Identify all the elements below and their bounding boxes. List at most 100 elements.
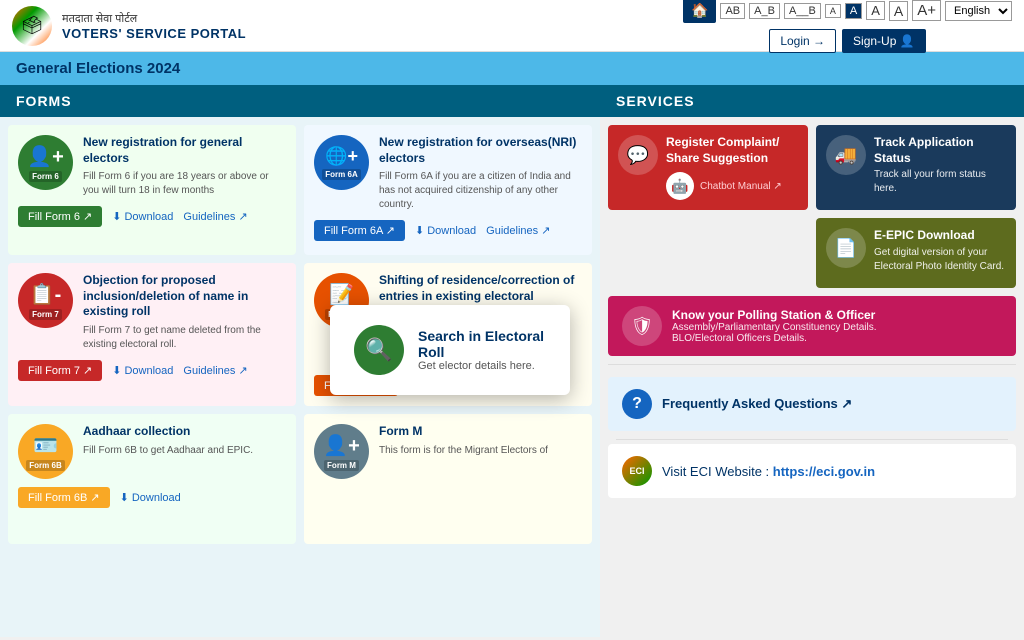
form6b-icon-wrap: 🪪 Form 6B bbox=[18, 424, 73, 479]
font-ab-button[interactable]: AB bbox=[720, 3, 745, 19]
form6b-card: 🪪 Form 6B Aadhaar collection Fill Form 6… bbox=[8, 414, 296, 544]
complaint-title: Register Complaint/ Share Suggestion bbox=[666, 135, 798, 166]
fill-form6a-button[interactable]: Fill Form 6A ↗ bbox=[314, 220, 405, 241]
search-electoral-text: Search in Electoral Roll Get elector det… bbox=[418, 328, 546, 372]
search-electoral-subtitle: Get elector details here. bbox=[418, 360, 546, 372]
forms-panel-header: FORMS bbox=[0, 85, 600, 117]
search-electoral-icon: 🔍 bbox=[354, 325, 404, 375]
formm-desc: This form is for the Migrant Electors of bbox=[379, 444, 582, 458]
eci-card[interactable]: ECI Visit ECI Website : https://eci.gov.… bbox=[608, 444, 1016, 498]
font-larger-button[interactable]: A bbox=[889, 1, 908, 21]
formm-title: Form M bbox=[379, 424, 582, 440]
form6a-badge: 🌐+ Form 6A bbox=[314, 135, 369, 190]
form6-badge-label: Form 6 bbox=[29, 171, 62, 182]
language-select[interactable]: English हिंदी bbox=[945, 1, 1012, 21]
form6a-inner: 🌐+ Form 6A New registration for overseas… bbox=[314, 135, 582, 212]
polling-content: Know your Polling Station & Officer Asse… bbox=[672, 308, 877, 344]
track-content: Track Application Status Track all your … bbox=[874, 135, 1006, 196]
form7-actions: Fill Form 7 ↗ ⬇ Download Guidelines ↗ bbox=[18, 360, 286, 381]
font-medium-button[interactable]: A bbox=[845, 3, 862, 19]
header: 🗳 मतदाता सेवा पोर्टल VOTERS' SERVICE POR… bbox=[0, 0, 1024, 52]
form6b-badge-label: Form 6B bbox=[26, 460, 64, 471]
track-desc: Track all your form status here. bbox=[874, 168, 1006, 196]
logo-icon: 🗳 bbox=[12, 6, 52, 46]
form6-guidelines-link[interactable]: Guidelines ↗ bbox=[183, 210, 247, 223]
form6-title: New registration for general electors bbox=[83, 135, 286, 166]
portal-title: मतदाता सेवा पोर्टल VOTERS' SERVICE PORTA… bbox=[62, 11, 246, 41]
banner: General Elections 2024 bbox=[0, 52, 1024, 85]
portal-title-hindi: मतदाता सेवा पोर्टल bbox=[62, 11, 246, 26]
form7-inner: 📋- Form 7 Objection for proposed inclusi… bbox=[18, 273, 286, 352]
header-btn-row: Login → Sign-Up 👤 bbox=[769, 29, 925, 53]
form7-download-link[interactable]: ⬇ Download bbox=[112, 364, 173, 377]
header-right: 🏠 AB A_B A__B A A A A A+ English हिंदी L… bbox=[683, 0, 1012, 53]
formm-card: 👤+ Form M Form M This form is for the Mi… bbox=[304, 414, 592, 544]
complaint-card[interactable]: 💬 Register Complaint/ Share Suggestion 🤖… bbox=[608, 125, 808, 210]
form7-card: 📋- Form 7 Objection for proposed inclusi… bbox=[8, 263, 296, 406]
form7-content: Objection for proposed inclusion/deletio… bbox=[83, 273, 286, 352]
eci-icon: ECI bbox=[622, 456, 652, 486]
polling-desc1: Assembly/Parliamentary Constituency Deta… bbox=[672, 322, 877, 333]
form7-icon-wrap: 📋- Form 7 bbox=[18, 273, 73, 352]
form6a-download-link[interactable]: ⬇ Download bbox=[415, 224, 476, 237]
font-a--b-button[interactable]: A__B bbox=[784, 3, 821, 19]
complaint-icon: 💬 bbox=[618, 135, 658, 175]
chatbot-manual-link[interactable]: Chatbot Manual ↗ bbox=[700, 181, 782, 192]
chatbot-avatar: 🤖 bbox=[666, 172, 694, 200]
epic-card[interactable]: 📄 E-EPIC Download Get digital version of… bbox=[816, 218, 1016, 288]
font-a-b-button[interactable]: A_B bbox=[749, 3, 780, 19]
polling-title: Know your Polling Station & Officer bbox=[672, 308, 877, 322]
track-title: Track Application Status bbox=[874, 135, 1006, 166]
eci-link[interactable]: https://eci.gov.in bbox=[773, 464, 875, 479]
form6-card: 👤+ Form 6 New registration for general e… bbox=[8, 125, 296, 255]
faq-card[interactable]: ? Frequently Asked Questions ↗ bbox=[608, 377, 1016, 431]
login-button[interactable]: Login → bbox=[769, 29, 836, 53]
form6a-badge-label: Form 6A bbox=[322, 169, 360, 180]
form6a-guidelines-link[interactable]: Guidelines ↗ bbox=[486, 224, 550, 237]
fill-form7-button[interactable]: Fill Form 7 ↗ bbox=[18, 360, 102, 381]
search-electoral-card[interactable]: 🔍 Search in Electoral Roll Get elector d… bbox=[330, 305, 570, 395]
fill-form6b-button[interactable]: Fill Form 6B ↗ bbox=[18, 487, 110, 508]
form6-badge: 👤+ Form 6 bbox=[18, 135, 73, 190]
services-grid: 💬 Register Complaint/ Share Suggestion 🤖… bbox=[600, 117, 1024, 296]
form6a-actions: Fill Form 6A ↗ ⬇ Download Guidelines ↗ bbox=[314, 220, 582, 241]
polling-desc2: BLO/Electoral Officers Details. bbox=[672, 333, 877, 344]
eci-text: Visit ECI Website : https://eci.gov.in bbox=[662, 464, 875, 479]
formm-content: Form M This form is for the Migrant Elec… bbox=[379, 424, 582, 479]
track-card[interactable]: 🚚 Track Application Status Track all you… bbox=[816, 125, 1016, 210]
polling-icon: 🛡 bbox=[622, 306, 662, 346]
service-divider-2 bbox=[616, 439, 1008, 440]
formm-icon-wrap: 👤+ Form M bbox=[314, 424, 369, 479]
epic-desc: Get digital version of your Electoral Ph… bbox=[874, 246, 1006, 274]
form6b-desc: Fill Form 6B to get Aadhaar and EPIC. bbox=[83, 444, 286, 458]
form7-guidelines-link[interactable]: Guidelines ↗ bbox=[183, 364, 247, 377]
form6b-content: Aadhaar collection Fill Form 6B to get A… bbox=[83, 424, 286, 479]
epic-content: E-EPIC Download Get digital version of y… bbox=[874, 228, 1006, 274]
form6b-inner: 🪪 Form 6B Aadhaar collection Fill Form 6… bbox=[18, 424, 286, 479]
form6a-content: New registration for overseas(NRI) elect… bbox=[379, 135, 582, 212]
form6-icon-wrap: 👤+ Form 6 bbox=[18, 135, 73, 198]
form6-download-link[interactable]: ⬇ Download bbox=[112, 210, 173, 223]
form6a-icon-wrap: 🌐+ Form 6A bbox=[314, 135, 369, 212]
complaint-content: Register Complaint/ Share Suggestion 🤖 C… bbox=[666, 135, 798, 200]
font-largest-button[interactable]: A+ bbox=[912, 0, 941, 21]
font-large-button[interactable]: A bbox=[866, 1, 885, 20]
form6-desc: Fill Form 6 if you are 18 years or above… bbox=[83, 170, 286, 198]
portal-title-english: VOTERS' SERVICE PORTAL bbox=[62, 26, 246, 41]
fill-form6-button[interactable]: Fill Form 6 ↗ bbox=[18, 206, 102, 227]
polling-station-card[interactable]: 🛡 Know your Polling Station & Officer As… bbox=[608, 296, 1016, 356]
services-panel: SERVICES 💬 Register Complaint/ Share Sug… bbox=[600, 85, 1024, 637]
track-icon: 🚚 bbox=[826, 135, 866, 175]
main-content: FORMS 👤+ Form 6 New registration for gen… bbox=[0, 85, 1024, 637]
epic-icon: 📄 bbox=[826, 228, 866, 268]
signup-button[interactable]: Sign-Up 👤 bbox=[842, 29, 926, 53]
font-small-button[interactable]: A bbox=[825, 4, 841, 18]
form6b-download-link[interactable]: ⬇ Download bbox=[120, 491, 181, 504]
form6a-desc: Fill Form 6A if you are a citizen of Ind… bbox=[379, 170, 582, 212]
formm-badge: 👤+ Form M bbox=[314, 424, 369, 479]
form7-badge: 📋- Form 7 bbox=[18, 273, 73, 328]
form6b-badge: 🪪 Form 6B bbox=[18, 424, 73, 479]
home-button[interactable]: 🏠 bbox=[683, 0, 716, 23]
form6a-card: 🌐+ Form 6A New registration for overseas… bbox=[304, 125, 592, 255]
header-left: 🗳 मतदाता सेवा पोर्टल VOTERS' SERVICE POR… bbox=[12, 6, 246, 46]
